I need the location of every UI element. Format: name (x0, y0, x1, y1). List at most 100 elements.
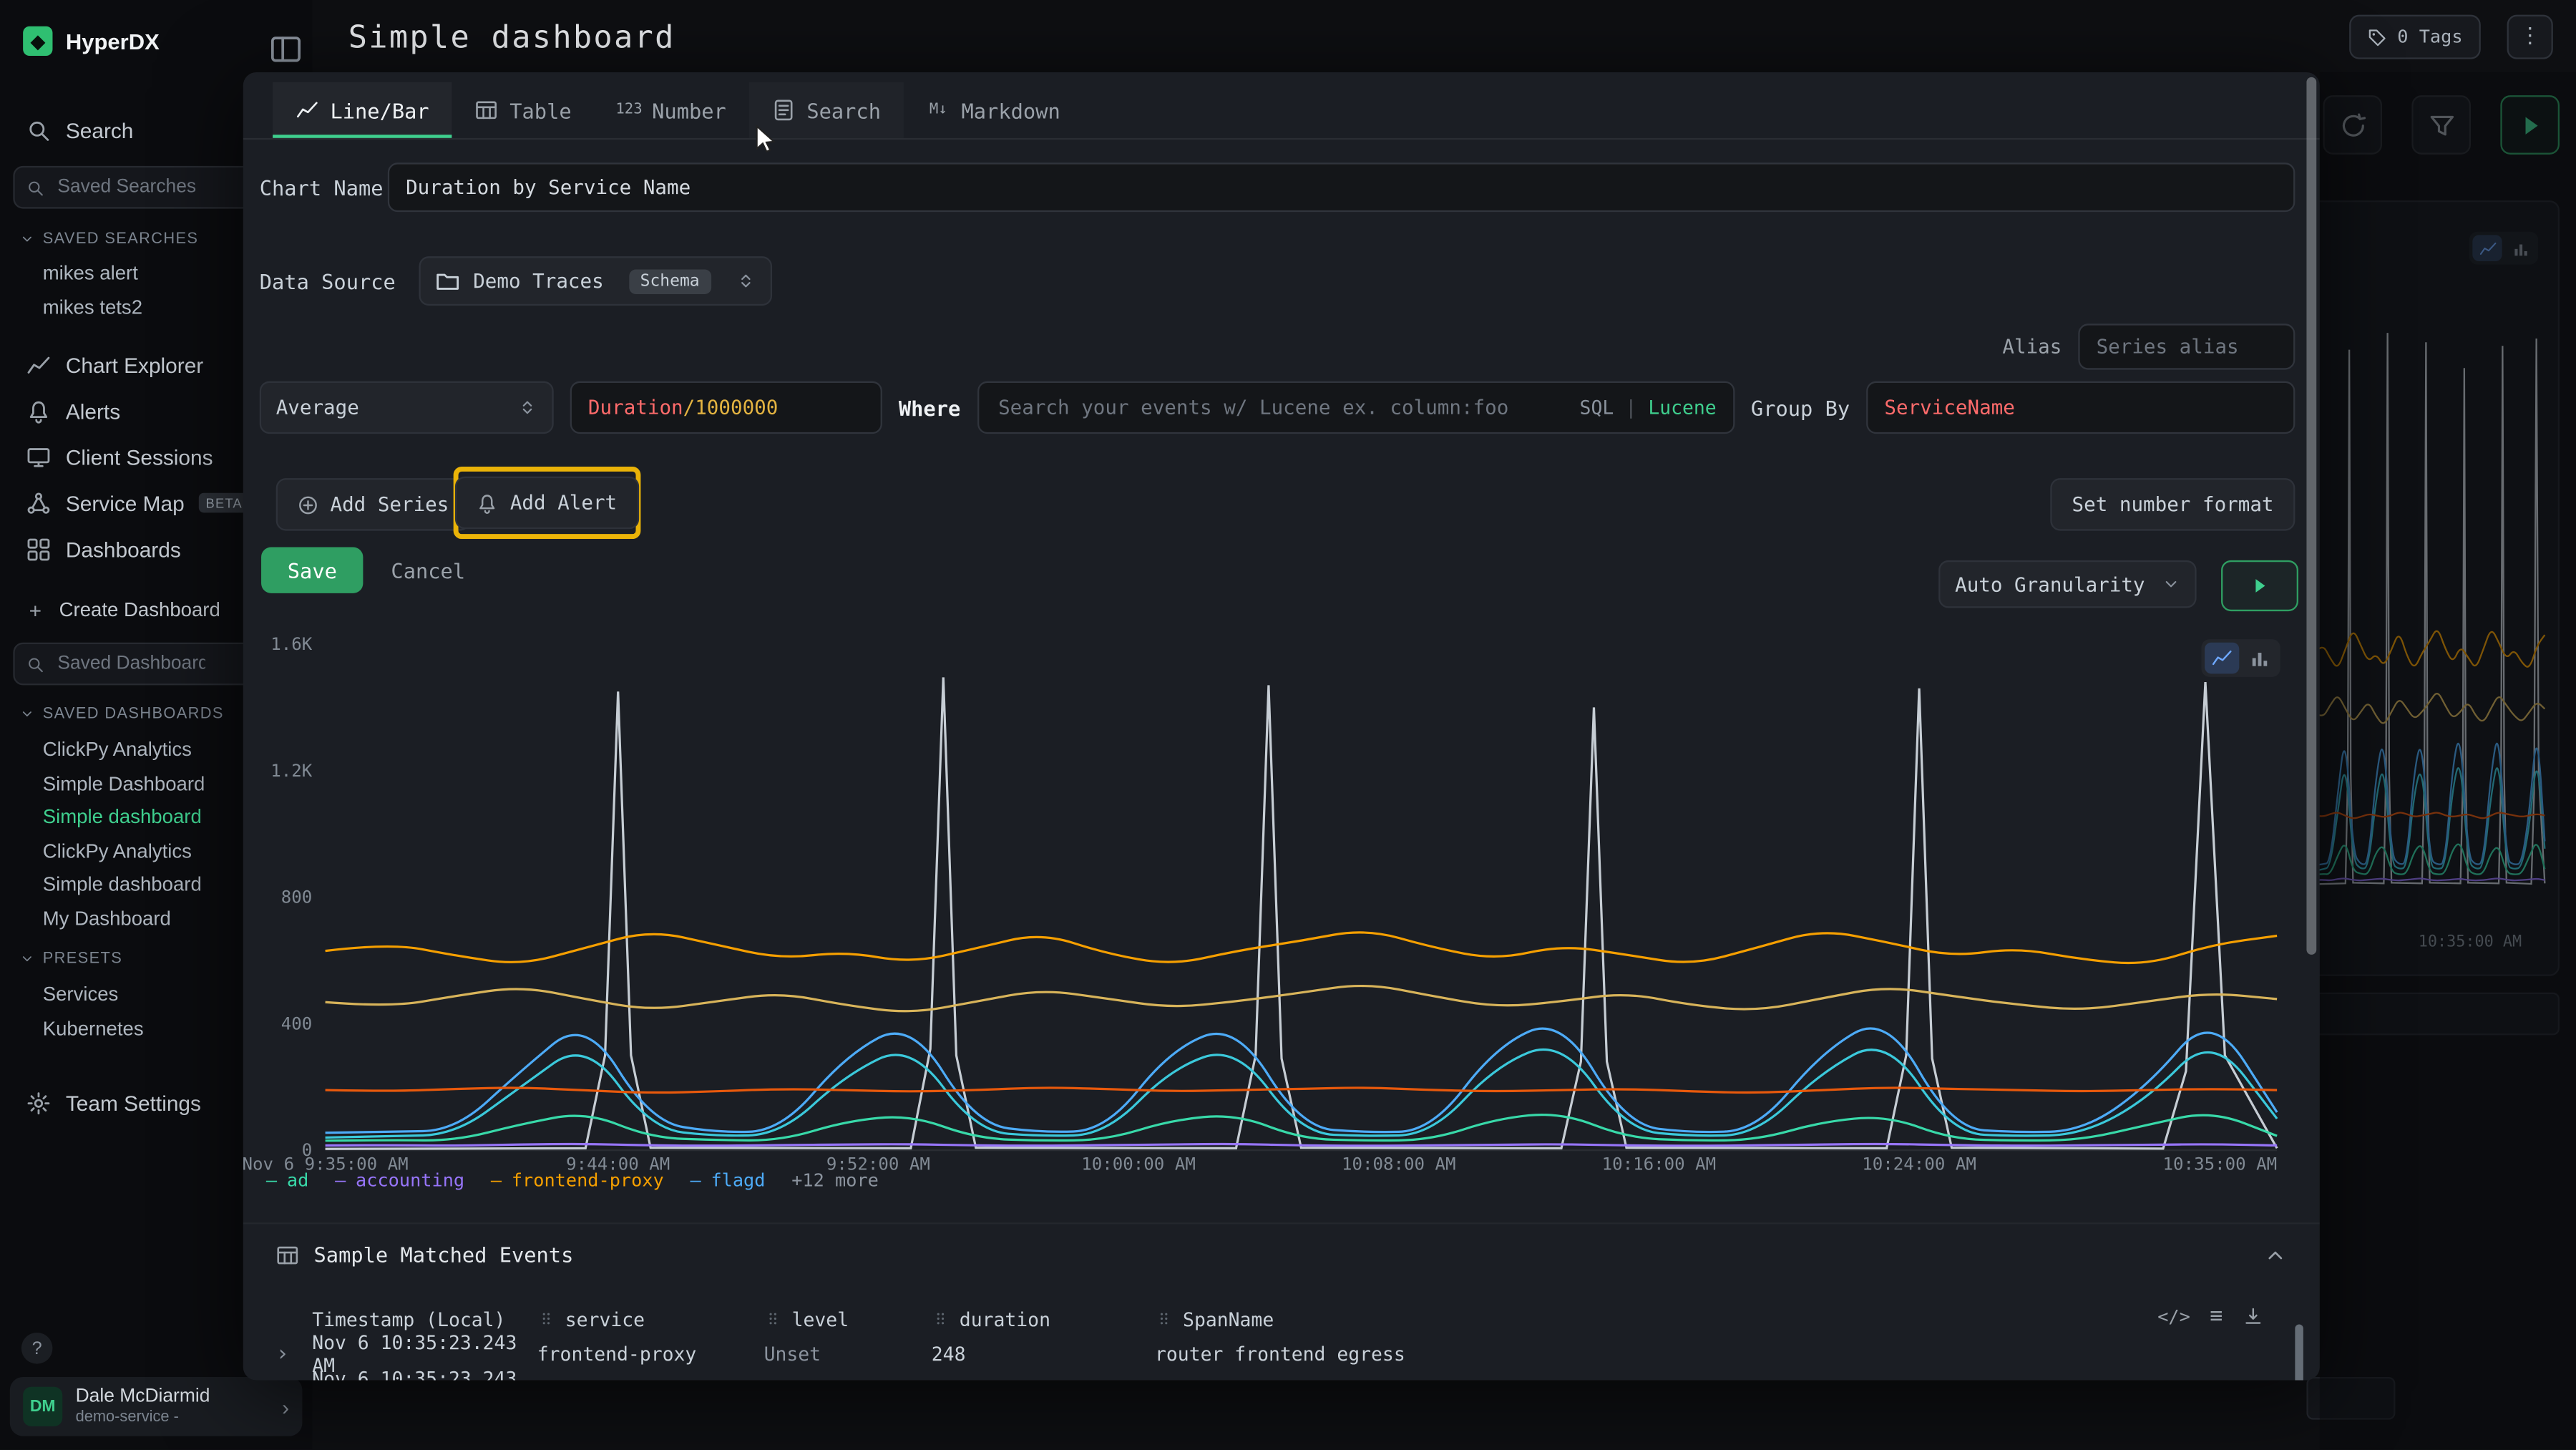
filter-button[interactable] (2411, 95, 2471, 155)
chart-name-input[interactable]: Duration by Service Name (388, 162, 2296, 212)
saved-dashboards-section-title[interactable]: SAVED DASHBOARDS (20, 705, 224, 723)
where-input[interactable] (995, 394, 1566, 421)
editor-tab[interactable]: M↓ Markdown (904, 82, 1083, 138)
row-expand-icon[interactable]: › (276, 1378, 313, 1380)
set-number-format-button[interactable]: Set number format (2051, 478, 2296, 530)
events-table-actions: </> ≡ (2157, 1305, 2264, 1329)
legend-item[interactable]: — flagd (690, 1170, 765, 1192)
dashboard-background: 10:35:00 AM (2320, 72, 2576, 1449)
svg-text:10:16:00 AM: 10:16:00 AM (1602, 1154, 1717, 1174)
row-density-icon[interactable]: ≡ (2210, 1305, 2223, 1329)
tags-button[interactable]: 0 Tags (2350, 15, 2481, 59)
brand: ◆ HyperDX (23, 26, 160, 56)
user-menu[interactable]: DM Dale McDiarmid demo-service - › (10, 1377, 303, 1436)
sidebar-item-team-settings[interactable]: Team Settings (13, 1081, 240, 1124)
add-alert-button[interactable]: Add Alert (456, 477, 638, 529)
legend-item[interactable]: — frontend-proxy (491, 1170, 664, 1192)
saved-dashboards-input[interactable] (54, 652, 209, 675)
mini-chart[interactable] (2315, 278, 2545, 902)
line-chart-icon (2211, 648, 2233, 669)
collapse-icon[interactable] (2264, 1243, 2287, 1266)
refresh-icon (2338, 111, 2366, 139)
nav-icon (26, 537, 51, 561)
granularity-select[interactable]: Auto Granularity (1938, 560, 2196, 608)
row-expand-icon[interactable]: › (276, 1342, 313, 1366)
tab-label: Search (806, 98, 881, 122)
drag-handle-icon[interactable] (764, 1310, 782, 1328)
run-query-button[interactable] (2500, 95, 2560, 155)
column-duration[interactable]: duration (932, 1307, 1155, 1330)
editor-tab[interactable]: Table (452, 82, 595, 138)
chart-type-toggle[interactable] (2202, 639, 2280, 677)
nav-icon (26, 399, 51, 423)
dashboard-title[interactable]: Simple dashboard (348, 20, 675, 57)
saved-searches-section-title[interactable]: SAVED SEARCHES (20, 230, 199, 248)
chart-run-button[interactable] (2221, 560, 2298, 611)
editor-tab[interactable]: 123 Number (595, 82, 749, 138)
legend-label: frontend-proxy (512, 1170, 664, 1192)
column-timestamp[interactable]: Timestamp (Local) (312, 1307, 537, 1330)
saved-searches-input[interactable] (54, 176, 209, 199)
column-service[interactable]: service (537, 1307, 764, 1330)
group-by-input[interactable]: ServiceName (1866, 381, 2295, 434)
database-icon (435, 268, 459, 293)
column-spanname[interactable]: SpanName (1155, 1307, 2089, 1330)
legend-dash: — (266, 1170, 277, 1192)
dashboard-tile[interactable]: 10:35:00 AM (2306, 200, 2560, 976)
where-search[interactable]: SQL|Lucene (977, 381, 1735, 434)
presets-section-title[interactable]: PRESETS (20, 950, 123, 968)
dashboard-tile-header[interactable] (2306, 993, 2560, 1036)
cancel-button[interactable]: Cancel (391, 548, 465, 593)
mini-chart-type-toggle[interactable] (2469, 232, 2538, 265)
saved-searches-search[interactable] (13, 166, 256, 209)
save-button[interactable]: Save (261, 548, 364, 593)
sidebar-collapse-icon[interactable] (270, 33, 303, 66)
svg-text:10:08:00 AM: 10:08:00 AM (1342, 1154, 1456, 1174)
line-chart-toggle[interactable] (2205, 643, 2239, 674)
duration-chart[interactable]: 04008001.2K1.6KNov 6 9:35:00 AM9:44:00 A… (260, 631, 2297, 1174)
help-button[interactable]: ? (21, 1333, 53, 1364)
sample-events-header[interactable]: Sample Matched Events (276, 1242, 2287, 1267)
line-chart-toggle[interactable] (2472, 235, 2502, 261)
events-scrollbar[interactable] (2295, 1324, 2303, 1380)
data-source-select[interactable]: Demo Traces Schema (419, 256, 772, 306)
drag-handle-icon[interactable] (932, 1310, 950, 1328)
field-input[interactable]: Duration/1000000 (570, 381, 882, 434)
drag-handle-icon[interactable] (1155, 1310, 1173, 1328)
select-updown-icon (736, 271, 756, 291)
saved-dashboards-search[interactable] (13, 643, 256, 686)
column-level[interactable]: level (764, 1307, 932, 1330)
drag-handle-icon[interactable] (537, 1310, 555, 1328)
search-icon (26, 655, 44, 673)
nav-item-label: Chart Explorer (66, 352, 203, 376)
nav-icon (26, 444, 51, 469)
download-icon[interactable] (2243, 1306, 2264, 1328)
code-view-icon[interactable]: </> (2157, 1306, 2190, 1328)
beta-badge: BETA (199, 493, 249, 513)
chart-name-label: Chart Name (260, 175, 388, 200)
legend-more[interactable]: +12 more (791, 1170, 879, 1192)
editor-tab[interactable]: Line/Bar (273, 82, 452, 138)
user-subtitle: demo-service - (76, 1408, 269, 1428)
sidebar-item-search[interactable]: Search (13, 109, 240, 152)
bar-chart-toggle[interactable] (2505, 235, 2534, 261)
dashboard-menu-button[interactable]: ⋮ (2507, 15, 2553, 59)
aggregation-select[interactable]: Average (260, 381, 554, 434)
chart-legend: — ad — accounting — frontend-proxy (266, 1170, 879, 1192)
play-icon (2516, 111, 2544, 139)
editor-tab[interactable]: Search (749, 82, 904, 138)
modal-scrollbar[interactable] (2306, 77, 2316, 955)
refresh-button[interactable] (2323, 95, 2382, 155)
where-label: Where (899, 395, 960, 419)
legend-item[interactable]: — accounting (335, 1170, 464, 1192)
add-series-button[interactable]: Add Series (276, 478, 470, 530)
create-dashboard-button[interactable]: + Create Dashboard (13, 588, 240, 631)
chart-name-row: Chart Name Duration by Service Name (260, 162, 2296, 212)
event-row[interactable]: › Nov 6 10:35:23.243 AM frontend-proxy U… (276, 1372, 2287, 1380)
bar-chart-toggle[interactable] (2243, 643, 2277, 674)
alias-input[interactable]: Series alias (2078, 323, 2295, 369)
event-row[interactable]: › Nov 6 10:35:23.243 AM frontend-proxy U… (276, 1336, 2287, 1373)
search-icon (26, 117, 51, 142)
query-language-toggle[interactable]: SQL|Lucene (1580, 396, 1717, 419)
legend-item[interactable]: — ad (266, 1170, 308, 1192)
